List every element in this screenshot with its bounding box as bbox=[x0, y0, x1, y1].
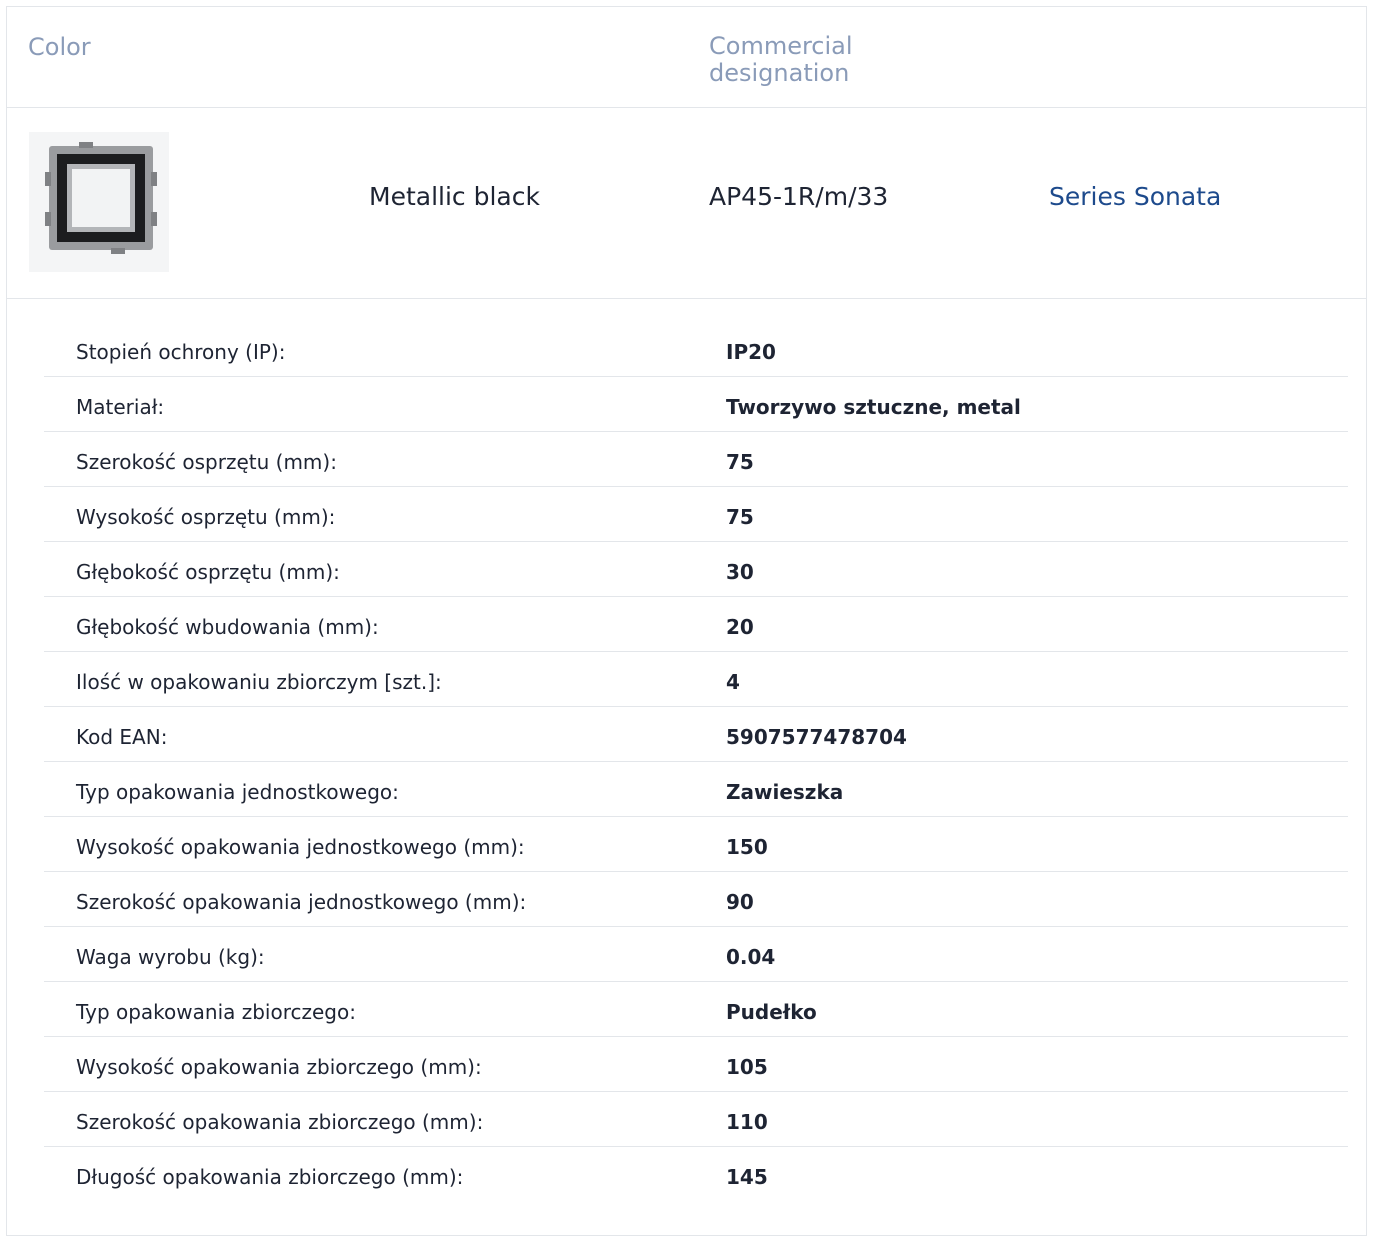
spec-row: Materiał: Tworzywo sztuczne, metal bbox=[44, 377, 1348, 432]
spec-label: Szerokość opakowania jednostkowego (mm): bbox=[76, 890, 527, 914]
spec-value: Tworzywo sztuczne, metal bbox=[726, 395, 1021, 419]
product-table: Color Commercial designation Metallic bl… bbox=[6, 6, 1367, 1236]
color-column-header: Color bbox=[28, 33, 91, 61]
spec-label: Szerokość opakowania zbiorczego (mm): bbox=[76, 1110, 484, 1134]
spec-value: 145 bbox=[726, 1165, 768, 1189]
commercial-designation-column-header: Commercial designation bbox=[709, 32, 853, 87]
series-link[interactable]: Series Sonata bbox=[1049, 182, 1221, 211]
spec-row: Stopień ochrony (IP): IP20 bbox=[44, 322, 1348, 377]
spec-row: Wysokość opakowania zbiorczego (mm): 105 bbox=[44, 1037, 1348, 1092]
table-header: Color Commercial designation bbox=[7, 7, 1366, 108]
spec-row: Ilość w opakowaniu zbiorczym [szt.]: 4 bbox=[44, 652, 1348, 707]
spec-value: 0.04 bbox=[726, 945, 776, 969]
spec-value: Zawieszka bbox=[726, 780, 844, 804]
product-row: Metallic black AP45-1R/m/33 Series Sonat… bbox=[7, 108, 1366, 299]
spec-value: 150 bbox=[726, 835, 768, 859]
spec-value: 20 bbox=[726, 615, 754, 639]
frame-adapter-icon[interactable] bbox=[29, 132, 169, 272]
spec-row: Wysokość opakowania jednostkowego (mm): 1… bbox=[44, 817, 1348, 872]
spec-label: Głębokość wbudowania (mm): bbox=[76, 615, 379, 639]
spec-label: Ilość w opakowaniu zbiorczym [szt.]: bbox=[76, 670, 442, 694]
spec-row: Waga wyrobu (kg): 0.04 bbox=[44, 927, 1348, 982]
spec-label: Typ opakowania zbiorczego: bbox=[76, 1000, 356, 1024]
spec-row: Szerokość osprzętu (mm): 75 bbox=[44, 432, 1348, 487]
spec-row: Typ opakowania zbiorczego: Pudełko bbox=[44, 982, 1348, 1037]
spec-row: Szerokość opakowania zbiorczego (mm): 110 bbox=[44, 1092, 1348, 1147]
spec-label: Materiał: bbox=[76, 395, 165, 419]
spec-label: Waga wyrobu (kg): bbox=[76, 945, 265, 969]
spec-value: 5907577478704 bbox=[726, 725, 907, 749]
spec-value: 110 bbox=[726, 1110, 768, 1134]
spec-label: Szerokość osprzętu (mm): bbox=[76, 450, 337, 474]
spec-label: Długość opakowania zbiorczego (mm): bbox=[76, 1165, 464, 1189]
spec-value: 90 bbox=[726, 890, 754, 914]
spec-row: Długość opakowania zbiorczego (mm): 145 bbox=[44, 1147, 1348, 1202]
spec-label: Wysokość osprzętu (mm): bbox=[76, 505, 336, 529]
spec-label: Kod EAN: bbox=[76, 725, 168, 749]
spec-value: 30 bbox=[726, 560, 754, 584]
spec-label: Typ opakowania jednostkowego: bbox=[76, 780, 399, 804]
product-code: AP45-1R/m/33 bbox=[709, 182, 889, 211]
spec-row: Typ opakowania jednostkowego: Zawieszka bbox=[44, 762, 1348, 817]
spec-value: 75 bbox=[726, 505, 754, 529]
spec-value: 4 bbox=[726, 670, 740, 694]
spec-row: Głębokość osprzętu (mm): 30 bbox=[44, 542, 1348, 597]
spec-label: Wysokość opakowania zbiorczego (mm): bbox=[76, 1055, 482, 1079]
spec-row: Kod EAN: 5907577478704 bbox=[44, 707, 1348, 762]
product-color: Metallic black bbox=[369, 182, 540, 211]
spec-value: Pudełko bbox=[726, 1000, 817, 1024]
spec-row: Wysokość osprzętu (mm): 75 bbox=[44, 487, 1348, 542]
spec-label: Stopień ochrony (IP): bbox=[76, 340, 286, 364]
spec-list: Stopień ochrony (IP): IP20 Materiał: Tworz… bbox=[44, 322, 1348, 1202]
spec-value: IP20 bbox=[726, 340, 776, 364]
spec-label: Wysokość opakowania jednostkowego (mm): bbox=[76, 835, 525, 859]
spec-label: Głębokość osprzętu (mm): bbox=[76, 560, 340, 584]
spec-row: Głębokość wbudowania (mm): 20 bbox=[44, 597, 1348, 652]
spec-value: 75 bbox=[726, 450, 754, 474]
spec-row: Szerokość opakowania jednostkowego (mm):… bbox=[44, 872, 1348, 927]
spec-value: 105 bbox=[726, 1055, 768, 1079]
